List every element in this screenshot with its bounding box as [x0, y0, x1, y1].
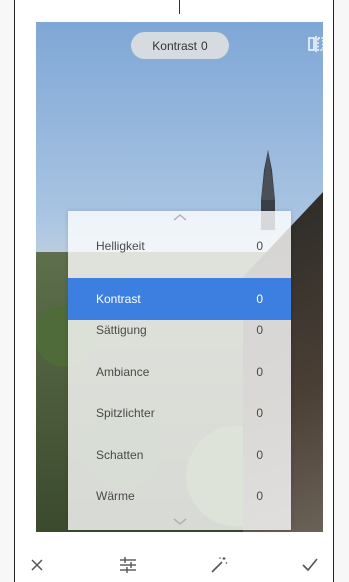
checkmark-icon[interactable]: [298, 553, 322, 577]
menu-item-schatten[interactable]: Schatten 0: [68, 434, 291, 476]
chevron-up-icon[interactable]: [68, 213, 291, 225]
menu-item-value: 0: [256, 448, 263, 462]
bottom-toolbar: [15, 548, 332, 582]
menu-item-value: 0: [256, 239, 263, 253]
frame-marker: [179, 0, 180, 14]
menu-item-label: Sättigung: [96, 323, 147, 337]
close-icon[interactable]: [25, 553, 49, 577]
adjust-name: Kontrast: [152, 38, 197, 53]
adjust-menu: Helligkeit 0 Kontrast 0 Sättigung 0 Ambi…: [68, 211, 291, 530]
menu-item-value: 0: [256, 323, 263, 337]
menu-item-value: 0: [256, 406, 263, 420]
menu-item-label: Schatten: [96, 448, 144, 462]
menu-item-value: 0: [256, 365, 263, 379]
menu-item-label: Spitzlichter: [96, 406, 155, 420]
menu-item-label: Kontrast: [96, 292, 141, 306]
compare-icon[interactable]: [308, 36, 324, 52]
magic-wand-icon[interactable]: [207, 553, 231, 577]
menu-item-waerme[interactable]: Wärme 0: [68, 475, 291, 517]
menu-item-value: 0: [256, 489, 263, 503]
adjust-value-pill: Kontrast 0: [131, 32, 229, 59]
menu-item-label: Helligkeit: [96, 239, 145, 253]
menu-item-ambiance[interactable]: Ambiance 0: [68, 351, 291, 393]
adjust-value: 0: [201, 38, 208, 53]
sliders-icon[interactable]: [116, 553, 140, 577]
menu-item-label: Ambiance: [96, 365, 150, 379]
menu-item-value: 0: [256, 292, 263, 306]
menu-item-helligkeit[interactable]: Helligkeit 0: [68, 225, 291, 267]
menu-item-label: Wärme: [96, 489, 135, 503]
chevron-down-icon[interactable]: [68, 518, 291, 530]
menu-item-spitzlichter[interactable]: Spitzlichter 0: [68, 392, 291, 434]
menu-item-saettigung[interactable]: Sättigung 0: [68, 309, 291, 351]
